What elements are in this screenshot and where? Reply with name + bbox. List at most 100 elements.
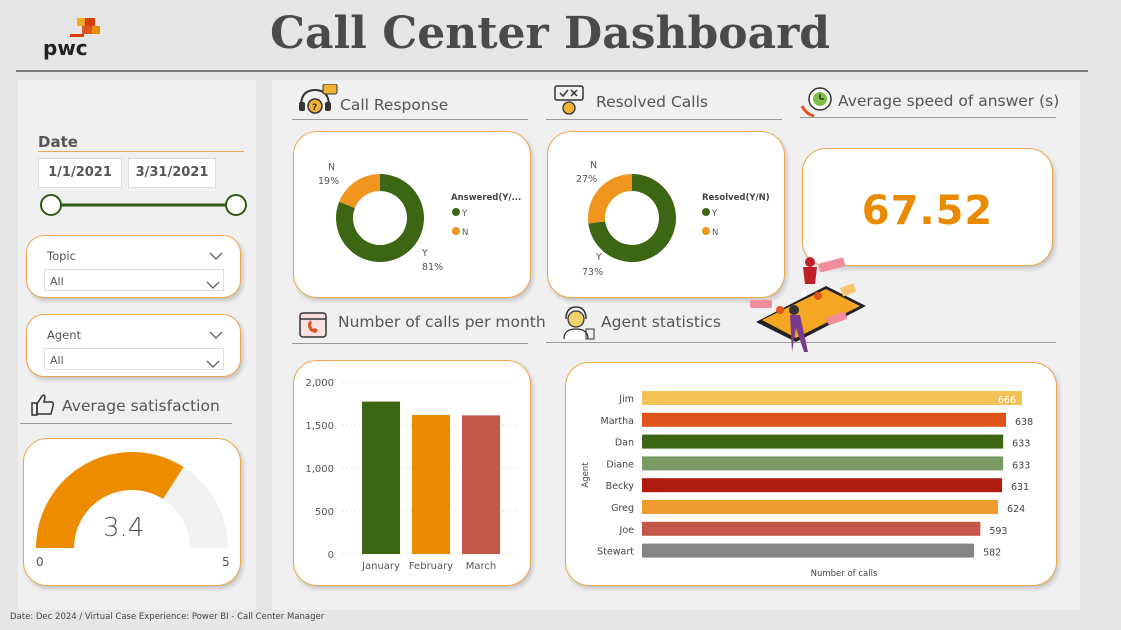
y-tick-label: 1,500 [305, 421, 334, 432]
topic-label: Topic [47, 249, 76, 263]
resolved-check-icon [553, 84, 587, 116]
y-tick-label: 0 [328, 550, 334, 561]
footer-text: Date: Dec 2024 / Virtual Case Experience… [10, 612, 325, 622]
agent-name-label: Dan [615, 438, 634, 449]
donut-pct-n: 27% [576, 174, 597, 185]
agent-bar-chart: Jim 666 Martha 638 Dan 633 Diane 633 Becky 631 Gre… [581, 391, 1033, 579]
donut-label-n: N [590, 160, 597, 171]
slider-end-handle [225, 194, 247, 216]
legend-dot-y [452, 208, 460, 216]
phone-notifications-illustration [748, 252, 874, 358]
donut-label-y: Y [421, 248, 428, 259]
legend-dot-y [702, 208, 710, 216]
calendar-phone-icon [298, 309, 330, 339]
date-label: Date [38, 133, 78, 151]
speed-title: Average speed of answer (s) [838, 92, 1060, 110]
chevron-down-icon[interactable] [209, 325, 223, 339]
agent-name-label: Diane [606, 459, 634, 470]
gauge-min-label: 0 [36, 555, 44, 569]
donut-label-y: Y [595, 252, 602, 263]
bar-jim [642, 391, 1022, 405]
agent-chart-card: Jim 666 Martha 638 Dan 633 Diane 633 Becky 631 Gre… [565, 362, 1057, 586]
bar-joe [642, 521, 981, 536]
x-tick-label: January [361, 561, 400, 572]
monthly-bar-chart: 0 500 1,000 1,500 2,000 January February March [305, 378, 518, 572]
agent-name-label: Jim [618, 394, 634, 405]
resolved-donut [588, 174, 676, 262]
topic-value: All [50, 275, 64, 288]
satisfaction-title: Average satisfaction [62, 397, 220, 415]
bar-value-label: 638 [1015, 417, 1033, 428]
slider-start-handle [40, 194, 62, 216]
donut-pct-n: 19% [318, 176, 339, 187]
monthly-title: Number of calls per month [338, 313, 546, 331]
bar-february [412, 415, 450, 554]
legend-dot-n [702, 227, 710, 235]
bar-value-label: 633 [1012, 439, 1030, 450]
agent-name-label: Joe [619, 525, 635, 536]
bar-january [362, 401, 400, 554]
agent-name-label: Greg [611, 503, 634, 514]
legend-label-n: N [712, 228, 718, 238]
legend-dot-n [452, 227, 460, 235]
y-tick-label: 1,000 [305, 464, 334, 475]
legend-label-n: N [462, 228, 468, 238]
call-response-card: N 19% Y 81% Answered(Y/... Y N [293, 131, 531, 298]
gauge-max-label: 5 [222, 555, 230, 569]
svg-text:?: ? [312, 103, 317, 113]
x-tick-label: February [409, 561, 453, 572]
agent-select[interactable] [44, 348, 224, 370]
agent-label: Agent [47, 328, 82, 342]
chevron-down-icon[interactable] [206, 354, 220, 368]
agent-headset-icon [560, 305, 596, 341]
bar-value-label: 666 [998, 395, 1016, 406]
date-underline [38, 151, 244, 152]
donut-pct-y: 73% [582, 267, 603, 278]
resolved-underline [546, 119, 782, 120]
legend-label-y: Y [711, 209, 718, 219]
page-title: Call Center Dashboard [269, 8, 831, 59]
bar-value-label: 593 [989, 526, 1007, 537]
satisfaction-gauge [23, 438, 241, 586]
bar-value-label: 582 [983, 548, 1001, 559]
satisfaction-value: 3.4 [103, 513, 145, 543]
bar-stewart [642, 543, 975, 558]
speed-underline [800, 117, 1056, 118]
title-divider [16, 70, 1088, 72]
bar-martha [642, 412, 1007, 427]
y-axis-label: Agent [581, 462, 591, 488]
y-tick-label: 500 [315, 507, 334, 518]
x-tick-label: March [466, 561, 496, 572]
legend-title: Resolved(Y/N) [702, 193, 770, 203]
end-date-input[interactable]: 3/31/2021 [128, 158, 216, 188]
agent-stats-title: Agent statistics [601, 313, 721, 331]
bar-value-label: 624 [1007, 504, 1025, 515]
x-axis-label: Number of calls [811, 569, 878, 579]
legend-title: Answered(Y/... [451, 193, 521, 203]
resolved-title: Resolved Calls [596, 93, 708, 111]
chevron-down-icon[interactable] [206, 275, 220, 289]
topic-select[interactable] [44, 269, 224, 291]
stopwatch-phone-icon [800, 84, 836, 118]
speed-value: 67.52 [861, 188, 994, 234]
start-date-input[interactable]: 1/1/2021 [38, 158, 122, 188]
agent-name-label: Becky [606, 481, 635, 492]
date-range-slider[interactable] [36, 192, 250, 218]
donut-slice-n [339, 174, 380, 209]
donut-label-n: N [328, 162, 335, 173]
agent-name-label: Stewart [597, 547, 634, 558]
agent-name-label: Martha [601, 416, 635, 427]
bar-becky [642, 478, 1003, 493]
call-response-donut [336, 174, 424, 262]
monthly-chart-card: 0 500 1,000 1,500 2,000 January February March [293, 360, 531, 586]
bar-dan [642, 434, 1004, 449]
bar-diane [642, 456, 1004, 471]
bar-greg [642, 500, 999, 514]
call-response-underline [292, 119, 528, 120]
bar-value-label: 631 [1011, 482, 1029, 493]
chevron-down-icon[interactable] [209, 246, 223, 260]
y-tick-label: 2,000 [305, 378, 334, 389]
donut-pct-y: 81% [422, 262, 443, 273]
legend-label-y: Y [461, 209, 468, 219]
bar-march [462, 415, 500, 554]
